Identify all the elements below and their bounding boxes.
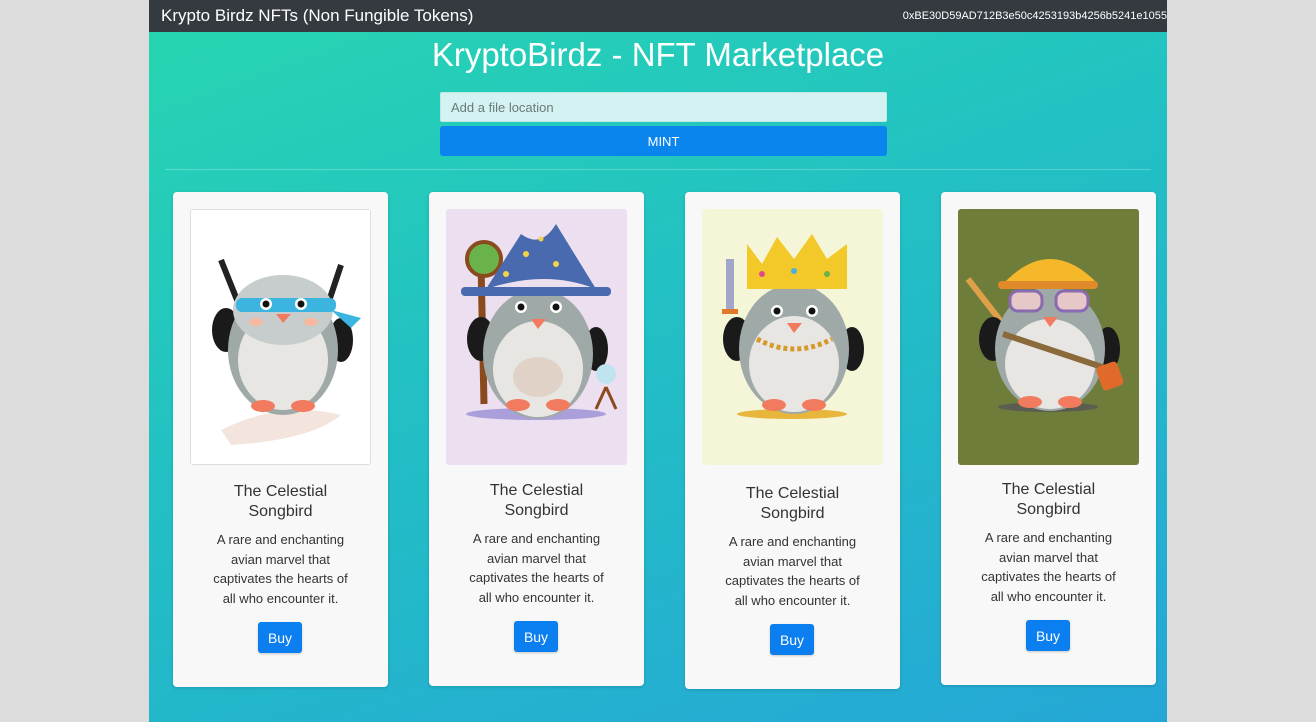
card-desc-line: all who encounter it. bbox=[734, 592, 851, 608]
nft-image bbox=[446, 209, 627, 465]
ninja-penguin-illustration bbox=[191, 210, 370, 464]
king-penguin-illustration bbox=[702, 209, 883, 465]
account-address: 0xBE30D59AD712B3e50c4253193b4256b5241e10… bbox=[902, 10, 1167, 22]
card-desc-line: avian marvel that bbox=[231, 551, 330, 567]
card-title-line: Songbird bbox=[504, 502, 569, 519]
file-location-input[interactable] bbox=[440, 92, 887, 122]
nft-card: The Celestial Songbird A rare and enchan… bbox=[941, 192, 1156, 685]
nft-card: The Celestial Songbird A rare and enchan… bbox=[173, 192, 388, 687]
card-title: The Celestial Songbird bbox=[961, 480, 1136, 520]
wizard-penguin-illustration bbox=[446, 209, 627, 465]
buy-button[interactable]: Buy bbox=[258, 622, 302, 653]
card-description: A rare and enchanting avian marvel that … bbox=[715, 532, 870, 610]
buy-button[interactable]: Buy bbox=[770, 624, 814, 655]
card-description: A rare and enchanting avian marvel that … bbox=[459, 529, 614, 607]
divider bbox=[165, 169, 1151, 170]
card-description: A rare and enchanting avian marvel that … bbox=[203, 530, 358, 608]
card-desc-line: captivates the hearts of bbox=[725, 573, 860, 588]
card-title: The Celestial Songbird bbox=[449, 481, 624, 521]
nft-image bbox=[190, 209, 371, 465]
card-title-line: Songbird bbox=[1016, 501, 1081, 518]
card-desc-line: A rare and enchanting bbox=[472, 531, 601, 546]
builder-penguin-illustration bbox=[958, 209, 1139, 465]
card-title: The Celestial Songbird bbox=[705, 484, 880, 524]
card-desc-line: A rare and enchanting bbox=[216, 532, 345, 547]
navbar: Krypto Birdz NFTs (Non Fungible Tokens) … bbox=[149, 0, 1167, 32]
card-desc-line: A rare and enchanting bbox=[984, 530, 1113, 545]
buy-button[interactable]: Buy bbox=[1026, 620, 1070, 651]
card-desc-line: avian marvel that bbox=[487, 550, 586, 566]
card-title-line: The Celestial bbox=[745, 485, 840, 502]
nft-card: The Celestial Songbird A rare and enchan… bbox=[429, 192, 644, 686]
nft-card: The Celestial Songbird A rare and enchan… bbox=[685, 192, 900, 689]
card-title-line: The Celestial bbox=[1001, 481, 1096, 498]
card-desc-line: captivates the hearts of bbox=[213, 571, 348, 586]
mint-button[interactable]: MINT bbox=[440, 126, 887, 156]
card-title-line: The Celestial bbox=[233, 483, 328, 500]
card-title: The Celestial Songbird bbox=[193, 482, 368, 522]
card-title-line: The Celestial bbox=[489, 482, 584, 499]
nft-image bbox=[958, 209, 1139, 465]
card-title-line: Songbird bbox=[248, 503, 313, 520]
page-title: KryptoBirdz - NFT Marketplace bbox=[431, 36, 885, 73]
nft-image bbox=[702, 209, 883, 465]
card-description: A rare and enchanting avian marvel that … bbox=[971, 528, 1126, 606]
buy-button[interactable]: Buy bbox=[514, 621, 558, 652]
app-container: Krypto Birdz NFTs (Non Fungible Tokens) … bbox=[149, 0, 1167, 722]
card-desc-line: all who encounter it. bbox=[222, 590, 339, 606]
navbar-brand[interactable]: Krypto Birdz NFTs (Non Fungible Tokens) bbox=[161, 6, 473, 26]
card-desc-line: all who encounter it. bbox=[990, 588, 1107, 604]
card-desc-line: avian marvel that bbox=[999, 549, 1098, 565]
card-desc-line: captivates the hearts of bbox=[981, 569, 1116, 584]
card-desc-line: all who encounter it. bbox=[478, 589, 595, 605]
card-desc-line: avian marvel that bbox=[743, 553, 842, 569]
card-title-line: Songbird bbox=[760, 505, 825, 522]
card-desc-line: captivates the hearts of bbox=[469, 570, 604, 585]
card-desc-line: A rare and enchanting bbox=[728, 534, 857, 549]
